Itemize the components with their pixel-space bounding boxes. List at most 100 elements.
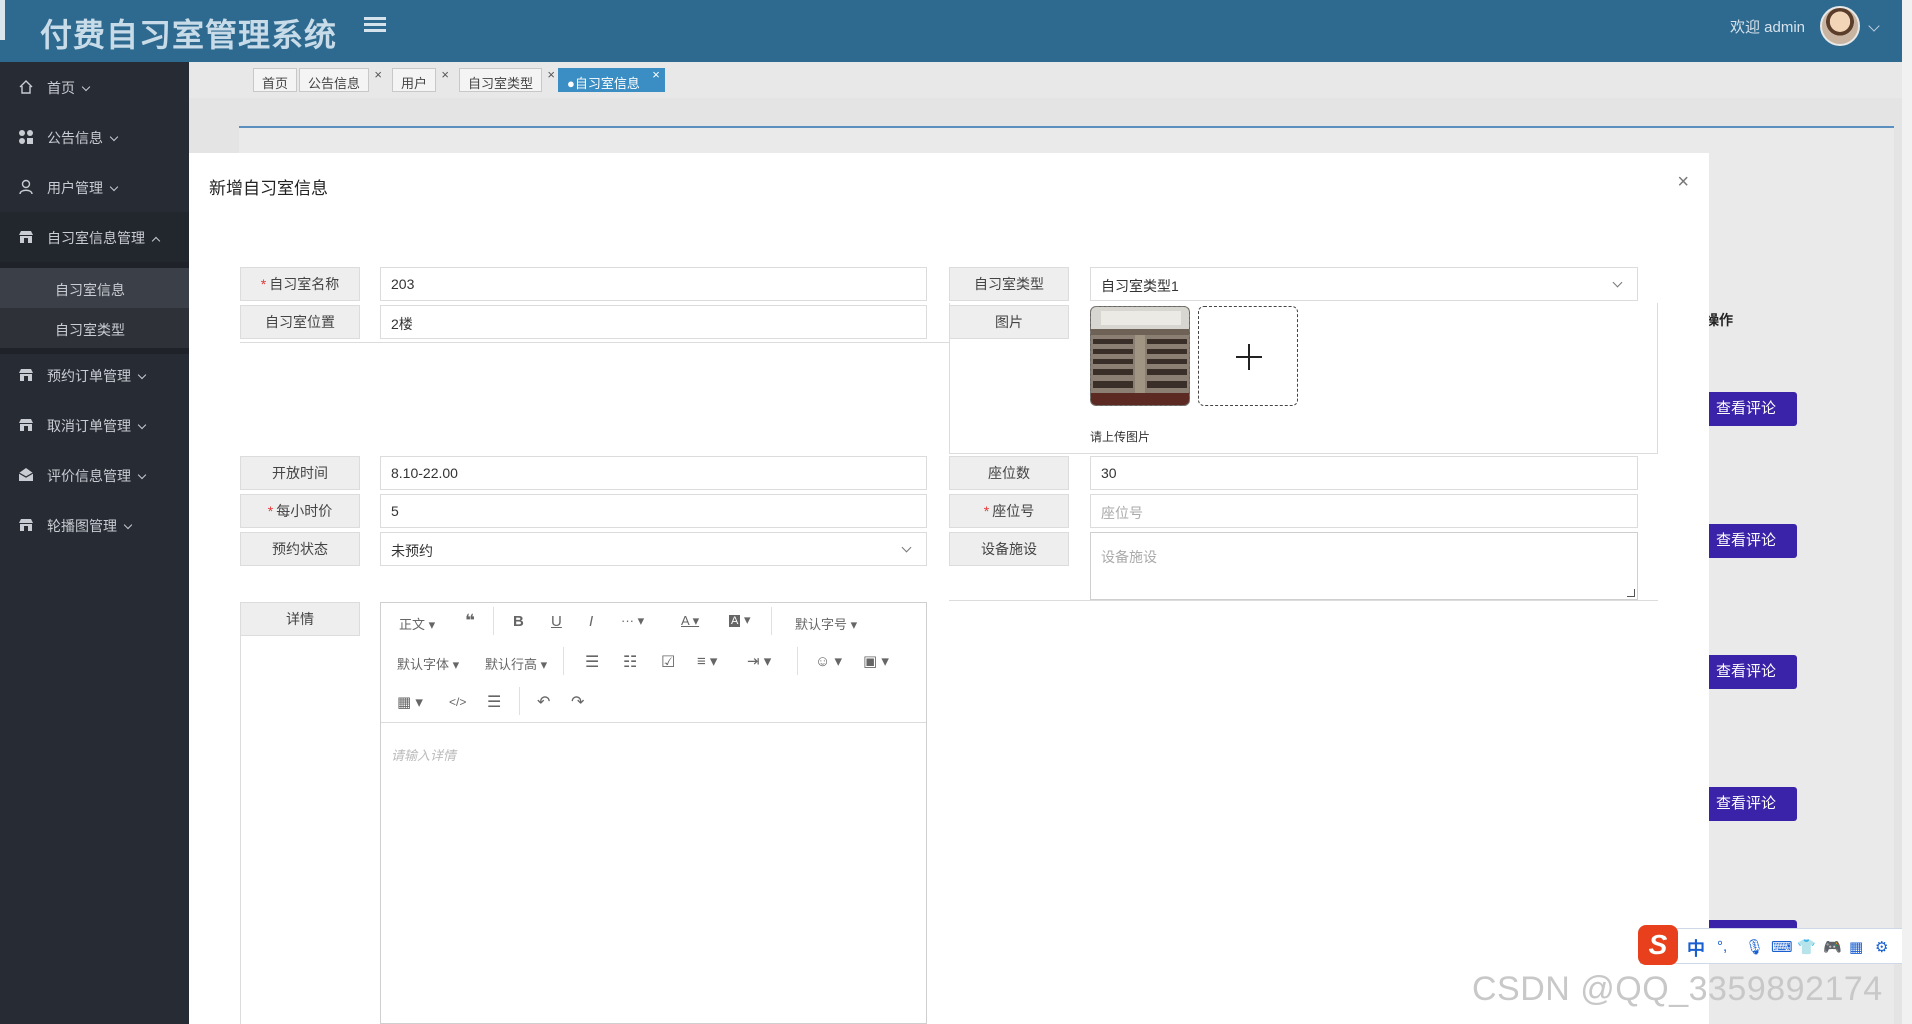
punctuation-icon[interactable]: °, — [1717, 938, 1733, 955]
room-location-input[interactable]: 2楼 — [380, 305, 927, 339]
seat-number-label: * 座位号 — [949, 494, 1069, 528]
font-color-icon[interactable]: A ▾ — [681, 613, 699, 629]
divider-line-icon[interactable]: ☰ — [487, 692, 501, 712]
home-icon — [19, 80, 33, 94]
indent-icon[interactable]: ⇥ ▾ — [747, 652, 771, 670]
divider — [949, 303, 950, 453]
checklist-icon[interactable]: ☑ — [661, 652, 675, 672]
sidebar-item-cancellations[interactable]: 取消订单管理 — [0, 400, 189, 450]
resize-handle-icon[interactable] — [1627, 589, 1635, 597]
view-reviews-button[interactable]: 查看评论 — [1695, 524, 1797, 558]
menu-toggle-icon[interactable] — [364, 14, 386, 36]
skin-icon[interactable]: 👕 — [1797, 938, 1816, 956]
table-icon[interactable]: ▦ ▾ — [397, 693, 423, 711]
submenu-room: 自习室信息 自习室类型 — [0, 262, 189, 354]
sidebar-item-label: 轮播图管理 — [47, 518, 117, 534]
sidebar-item-carousel[interactable]: 轮播图管理 — [0, 500, 189, 550]
sidebar-item-home[interactable]: 首页 — [0, 62, 189, 112]
add-image-button[interactable] — [1198, 306, 1298, 406]
hourly-price-label: * 每小时价 — [240, 494, 360, 528]
close-icon[interactable]: × — [441, 67, 449, 82]
seat-count-input[interactable]: 30 — [1090, 456, 1638, 490]
sidebar-item-room-type[interactable]: 自习室类型 — [0, 308, 189, 348]
font-size-dropdown[interactable]: 默认字号 ▾ — [795, 614, 857, 633]
close-icon[interactable]: × — [1677, 171, 1689, 194]
chevron-down-icon — [901, 542, 912, 553]
ime-toolbar[interactable]: S 中 °, 🎙 ⌨ 👕 🎮 ▦ ⚙ — [1638, 925, 1912, 965]
microphone-icon[interactable]: 🎙 — [1745, 938, 1764, 956]
chevron-down-icon — [1612, 277, 1623, 288]
divider — [771, 607, 772, 635]
background-color-icon[interactable]: A ▾ — [729, 612, 750, 628]
booking-status-select[interactable]: 未预约 — [380, 532, 927, 566]
divider — [240, 602, 241, 1024]
undo-icon[interactable]: ↶ — [537, 692, 550, 712]
ime-language[interactable]: 中 — [1687, 935, 1705, 961]
more-format-icon[interactable]: ··· ▾ — [621, 613, 644, 629]
facilities-textarea[interactable]: 设备施设 — [1090, 532, 1638, 600]
font-family-dropdown[interactable]: 默认字体 ▾ — [397, 654, 459, 673]
tabs-bar: 首页 公告信息 × 用户 × 自习室类型 × ●自习室信息 × — [189, 62, 1912, 98]
emoji-icon[interactable]: ☺ ▾ — [815, 652, 842, 670]
view-reviews-button[interactable]: 查看评论 — [1695, 787, 1797, 821]
facilities-label: 设备施设 — [949, 532, 1069, 566]
underline-icon[interactable]: U — [551, 613, 562, 630]
page-scrollbar[interactable] — [1902, 0, 1912, 1024]
store-icon — [19, 519, 33, 531]
close-icon[interactable]: × — [374, 67, 382, 82]
sidebar-item-bookings[interactable]: 预约订单管理 — [0, 350, 189, 400]
apps-icon[interactable]: ▦ — [1849, 938, 1865, 956]
view-reviews-button[interactable]: 查看评论 — [1695, 655, 1797, 689]
store-icon — [19, 419, 33, 431]
sidebar-item-room-management[interactable]: 自习室信息管理 — [0, 212, 189, 262]
sogou-logo-icon[interactable]: S — [1638, 925, 1678, 965]
sidebar-item-label: 用户管理 — [47, 180, 103, 196]
avatar[interactable] — [1820, 6, 1860, 46]
dialog-title: 新增自习室信息 — [209, 179, 328, 198]
chevron-down-icon[interactable] — [1868, 20, 1880, 32]
sidebar: 首页 公告信息 用户管理 自习室信息管理 自习室信息 自习室类型 预约订单管理 … — [0, 62, 189, 1024]
code-icon[interactable]: </> — [449, 695, 466, 709]
classroom-image — [1091, 307, 1189, 405]
editor-placeholder: 请输入详情 — [391, 748, 457, 763]
uploaded-image-thumbnail[interactable] — [1090, 306, 1190, 406]
rich-text-editor[interactable]: 正文 ▾ ❝ B U I ··· ▾ A ▾ A ▾ 默认字号 ▾ 默认字体 ▾… — [380, 602, 927, 1024]
numbered-list-icon[interactable]: ☷ — [623, 652, 637, 672]
italic-icon[interactable]: I — [589, 613, 593, 630]
tab-room-info[interactable]: ●自习室信息 × — [558, 67, 665, 92]
seat-number-input[interactable]: 座位号 — [1090, 494, 1638, 528]
welcome-text: 欢迎 admin — [1729, 19, 1805, 36]
room-type-label: 自习室类型 — [949, 267, 1069, 301]
line-height-dropdown[interactable]: 默认行高 ▾ — [485, 654, 547, 673]
settings-icon[interactable]: ⚙ — [1875, 938, 1891, 956]
quote-icon[interactable]: ❝ — [465, 611, 475, 631]
close-icon[interactable]: × — [547, 67, 555, 82]
tab-users[interactable]: 用户 × — [392, 67, 449, 92]
divider — [1657, 303, 1658, 453]
paragraph-format-dropdown[interactable]: 正文 ▾ — [399, 614, 435, 633]
sidebar-item-users[interactable]: 用户管理 — [0, 162, 189, 212]
keyboard-icon[interactable]: ⌨ — [1771, 938, 1793, 956]
upload-hint: 请上传图片 — [1090, 430, 1151, 444]
view-reviews-button[interactable]: 查看评论 — [1695, 392, 1797, 426]
tab-notices[interactable]: 公告信息 × — [299, 67, 382, 92]
operations-header: 操作 — [1705, 312, 1733, 328]
redo-icon[interactable]: ↷ — [571, 692, 584, 712]
room-name-input[interactable]: 203 — [380, 267, 927, 301]
sidebar-item-notices[interactable]: 公告信息 — [0, 112, 189, 162]
bold-icon[interactable]: B — [513, 613, 524, 630]
align-icon[interactable]: ≡ ▾ — [697, 652, 717, 670]
game-icon[interactable]: 🎮 — [1823, 938, 1842, 956]
room-type-select[interactable]: 自习室类型1 — [1090, 267, 1638, 301]
open-time-input[interactable]: 8.10-22.00 — [380, 456, 927, 490]
tab-home[interactable]: 首页 — [253, 68, 298, 92]
close-icon[interactable]: × — [652, 67, 660, 82]
image-icon[interactable]: ▣ ▾ — [863, 652, 889, 670]
tab-room-type[interactable]: 自习室类型 × — [459, 67, 555, 92]
sidebar-item-room-info[interactable]: 自习室信息 — [0, 268, 189, 308]
brand-mark — [0, 0, 5, 40]
bullet-list-icon[interactable]: ☰ — [585, 652, 599, 672]
hourly-price-input[interactable]: 5 — [380, 494, 927, 528]
divider — [563, 647, 564, 675]
sidebar-item-reviews[interactable]: 评价信息管理 — [0, 450, 189, 500]
